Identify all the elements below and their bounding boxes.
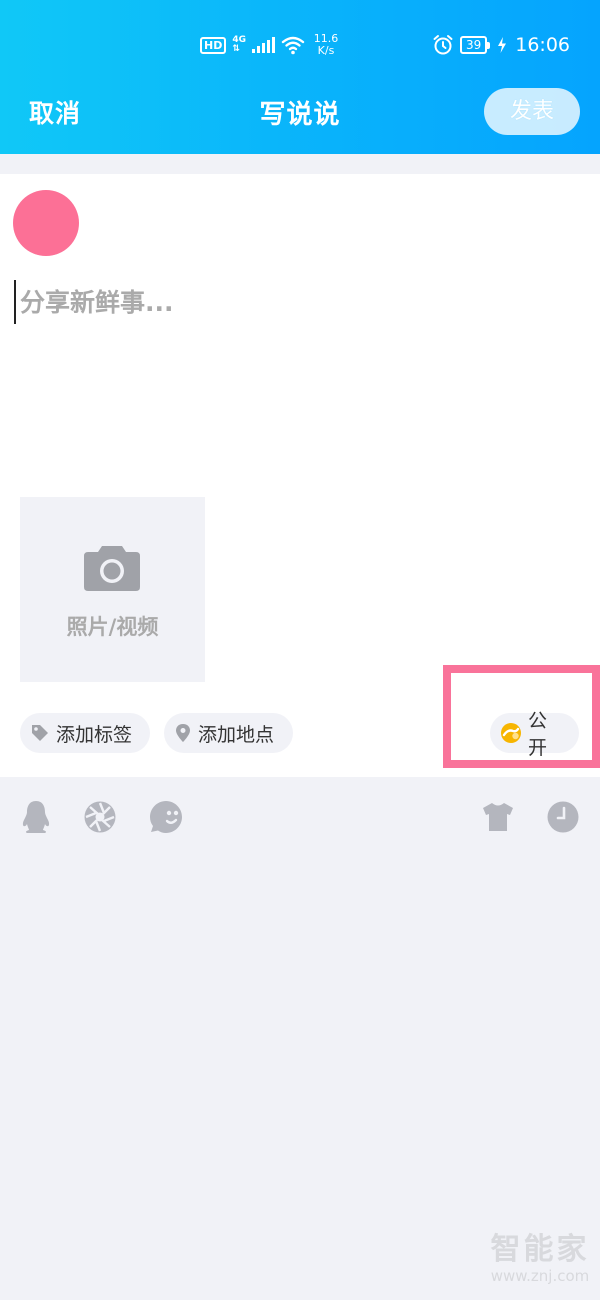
signal-icon [252, 37, 275, 53]
aperture-icon[interactable] [83, 800, 117, 834]
visibility-selector[interactable]: 公开 [490, 710, 579, 759]
media-label: 照片/视频 [66, 615, 159, 639]
post-text-input[interactable] [14, 280, 574, 324]
charging-icon [498, 37, 507, 53]
watermark-url: www.znj.com [490, 1267, 590, 1285]
add-tag-label: 添加标签 [56, 723, 133, 746]
wifi-icon [281, 36, 305, 55]
status-right: 39 16:06 [432, 30, 570, 60]
visibility-label: 公开 [528, 710, 548, 759]
camera-icon [84, 546, 140, 591]
network-speed: 11.6 K/s [311, 33, 341, 57]
network-data-arrows: ⇅ [232, 44, 240, 54]
status-bar: HD 4G ⇅ 11.6 K/s 39 16:06 [0, 0, 600, 88]
qq-penguin-icon[interactable] [19, 800, 53, 834]
add-media-button[interactable]: 照片/视频 [20, 497, 205, 682]
add-location-label: 添加地点 [198, 723, 275, 746]
tshirt-icon[interactable] [481, 800, 515, 834]
cancel-button[interactable]: 取消 [29, 94, 81, 130]
add-tag-button[interactable]: 添加标签 [20, 713, 150, 753]
status-center: HD 4G ⇅ 11.6 K/s [200, 30, 341, 60]
clock-icon[interactable] [546, 800, 580, 834]
add-location-button[interactable]: 添加地点 [164, 713, 293, 753]
compose-panel: 照片/视频 添加标签 添加地点 公开 [0, 174, 600, 777]
speed-unit: K/s [317, 44, 335, 57]
battery-indicator: 39 [459, 36, 491, 54]
app-header: HD 4G ⇅ 11.6 K/s 39 16:06 取消 写说说 发表 [0, 0, 600, 154]
avatar[interactable] [13, 190, 79, 256]
location-pin-icon [176, 724, 190, 742]
clock-time: 16:06 [515, 34, 570, 56]
public-globe-icon [501, 723, 521, 743]
network-type: 4G ⇅ [232, 36, 246, 54]
watermark-brand: 智能家 [490, 1232, 590, 1267]
tag-icon [32, 725, 48, 741]
sticker-icon[interactable] [149, 800, 183, 834]
compose-toolbar [0, 777, 600, 861]
hd-badge: HD [200, 36, 227, 54]
watermark: 智能家 www.znj.com [490, 1232, 590, 1286]
alarm-icon [433, 35, 453, 55]
post-button[interactable]: 发表 [484, 88, 580, 135]
